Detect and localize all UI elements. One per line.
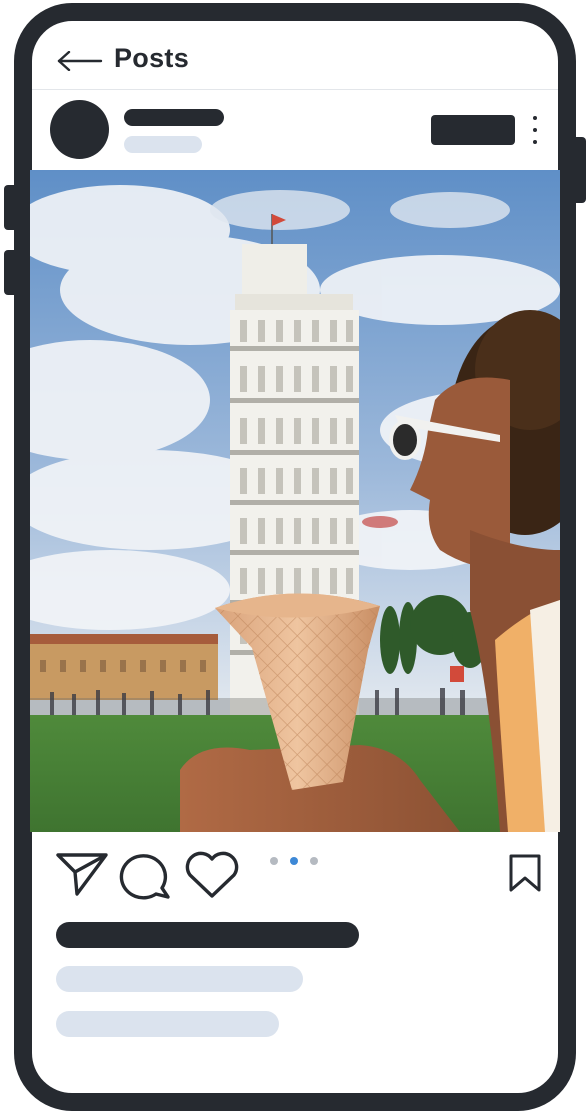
arrow-left-icon[interactable] [57, 50, 103, 72]
location-placeholder [124, 136, 202, 153]
username-placeholder [124, 109, 224, 126]
page-title: Posts [114, 43, 190, 73]
send-icon[interactable] [55, 850, 109, 898]
heart-icon[interactable] [183, 850, 241, 900]
caption-placeholder-secondary [56, 966, 303, 992]
carousel-indicator [270, 857, 322, 867]
bookmark-icon[interactable] [508, 853, 542, 893]
avatar[interactable] [50, 100, 109, 159]
carousel-dot-active[interactable] [290, 857, 298, 865]
carousel-dot[interactable] [270, 857, 278, 865]
caption-placeholder-tertiary [56, 1011, 279, 1037]
vertical-dots-icon[interactable] [527, 114, 543, 146]
top-bar: Posts [32, 21, 558, 89]
comment-icon[interactable] [119, 850, 171, 900]
header-divider [32, 89, 558, 90]
follow-button[interactable] [431, 115, 515, 145]
caption-placeholder-primary [56, 922, 359, 948]
carousel-dot[interactable] [310, 857, 318, 865]
post-photo[interactable] [30, 170, 560, 832]
